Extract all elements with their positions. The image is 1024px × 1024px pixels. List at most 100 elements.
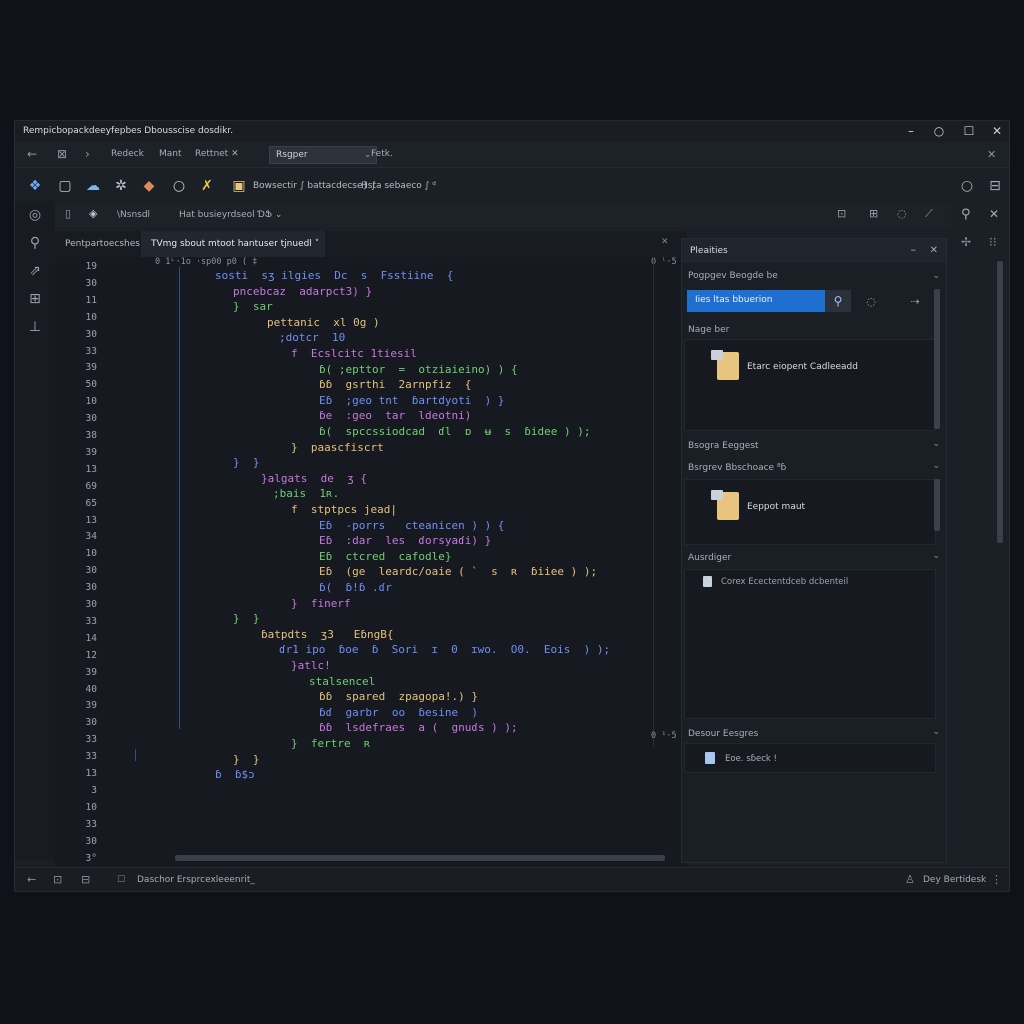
back-arrow-icon[interactable]: ← <box>27 147 37 161</box>
puzzle-icon[interactable]: ◈ <box>89 207 97 220</box>
settings-icon[interactable]: ✲ <box>111 176 131 196</box>
panel-scrollbar[interactable] <box>934 289 940 429</box>
file-card[interactable]: Eoe. sɓeck ! <box>684 743 936 773</box>
horizontal-scrollbar[interactable] <box>175 855 665 861</box>
code-line: ;bais 1ʀ. <box>273 487 340 501</box>
tab-pentpartoecshes[interactable]: Pentpartoecshes <box>55 231 141 257</box>
code-line: ɓatpdts ʒ3 EɓngB{ <box>261 627 394 641</box>
close-panel-icon[interactable]: ✕ <box>930 245 938 256</box>
line-number: 10 <box>85 548 97 560</box>
code-line: ɓ ɓ$ɔ <box>215 768 255 782</box>
close-window-button[interactable]: ✕ <box>983 121 1009 141</box>
more-vertical-icon[interactable]: ⋮ <box>991 873 1002 886</box>
window-icon[interactable]: ⊡ <box>53 873 62 886</box>
run-icon[interactable]: ⊥ <box>25 317 45 337</box>
line-number: 13 <box>85 768 97 779</box>
line-number: 33 <box>85 734 97 746</box>
split-editor-icon[interactable]: ⊡ <box>837 207 846 220</box>
extensions-icon[interactable]: ⊞ <box>25 289 45 309</box>
restore-button[interactable]: ○ <box>925 121 953 141</box>
panel-toggle-icon[interactable]: ⊟ <box>81 873 90 886</box>
document-icon <box>703 576 712 587</box>
chevron-down-icon[interactable]: ⌄ <box>932 727 940 737</box>
editor-toolbar: ▯ ◈ \Nsnsdl Hat busieyrdseol ƊՖ ⌄ ⊡ ⊞ ◌ … <box>55 203 951 227</box>
maximize-button[interactable]: ☐ <box>955 121 983 141</box>
source-control-icon[interactable]: ⇗ <box>25 261 45 281</box>
tab-close-icon[interactable]: ✕ <box>661 237 669 247</box>
chevron-right-icon[interactable]: › <box>85 147 90 161</box>
file-label: Eeppot maut <box>747 502 806 512</box>
split-icon[interactable]: ✗ <box>197 176 217 196</box>
minimize-panel-icon[interactable]: – <box>911 243 917 256</box>
search-button[interactable]: ⚲ <box>825 290 851 312</box>
explorer-icon[interactable]: ◎ <box>25 205 45 225</box>
file-card[interactable]: Corex Ecectentdceb dcbenteil <box>684 569 936 719</box>
breadcrumb-item[interactable]: Mant <box>159 149 182 159</box>
breadcrumb-item[interactable]: Rettnet ✕ <box>195 149 239 159</box>
line-number-gutter: 19 30 11 10 30 33 39 50 10 30 38 39 13 69 65 13 34 10 30 30… <box>55 257 115 867</box>
folder-file-icon <box>711 350 739 380</box>
search-icon[interactable]: ⚲ <box>25 233 45 253</box>
chat-icon[interactable]: ▢ <box>55 176 75 196</box>
chevron-down-icon[interactable]: ⌄ <box>932 551 940 561</box>
grid-layout-icon[interactable]: ⊞ <box>869 207 878 220</box>
folder-icon[interactable]: ▣ <box>229 176 249 196</box>
panel-scrollbar[interactable] <box>934 479 940 531</box>
file-icon[interactable]: ▯ <box>65 207 71 220</box>
checkbox-icon[interactable]: ☐ <box>117 875 125 885</box>
file-card[interactable]: Etarc eiopent Cadleeadd <box>684 339 936 431</box>
panel-header: Pleaities – ✕ <box>682 239 946 263</box>
activity-bar: ◎ ⚲ ⇗ ⊞ ⊥ <box>15 201 55 861</box>
editor-toolbar-label-secondary[interactable]: Hat busieyrdseol ƊՖ ⌄ <box>179 210 282 220</box>
sync-icon[interactable]: ○ <box>957 176 977 196</box>
git-icon[interactable]: ❖ <box>25 176 45 196</box>
grid-icon[interactable]: ⊠ <box>57 147 67 161</box>
close-icon[interactable]: ✕ <box>987 148 996 161</box>
section-search-label: Pogpgev Beogde be <box>688 271 778 281</box>
user-icon[interactable]: ♙ <box>905 873 915 886</box>
code-line: }algats de ʒ { <box>261 471 367 485</box>
main-toolbar: ❖ ▢ ☁ ✲ ◆ ○ ✗ ▣ Bowsectir ∫ battacdecse}… <box>15 171 1009 201</box>
code-line: } } <box>233 752 260 766</box>
layout-icon[interactable]: ⊟ <box>985 176 1005 196</box>
panel-search-icon[interactable]: ⚲ <box>961 207 971 222</box>
more-icon[interactable]: ⁝⁝ <box>989 235 997 249</box>
branch-select[interactable]: Rsgper ⌄ <box>269 146 377 164</box>
code-line: pettanic xl 0g ) <box>267 315 380 329</box>
circle-icon[interactable]: ○ <box>169 176 189 196</box>
code-editor[interactable]: 19 30 11 10 30 33 39 50 10 30 38 39 13 69 65 13 34 10 30 30… <box>55 257 687 867</box>
minimize-button[interactable]: – <box>897 121 925 141</box>
debug-icon[interactable]: ◆ <box>139 176 159 196</box>
line-number: 30 <box>85 413 97 425</box>
line-number: 14 <box>85 632 97 644</box>
status-right-text[interactable]: Dey Bertidesk <box>923 875 986 885</box>
tab-active-file[interactable]: TVmg sbout mtoot hantuser tjnuedl ˅ <box>141 231 325 257</box>
edit-icon[interactable]: ⟋ <box>925 207 933 221</box>
code-line: pncebcaz adarpct3) } <box>233 284 373 298</box>
pin-icon[interactable]: ✢ <box>961 235 971 249</box>
panel-search-input[interactable]: Iies ltas bbuerion <box>687 290 825 312</box>
file-card[interactable]: Eeppot maut <box>684 479 936 545</box>
code-line: } sar <box>233 300 273 314</box>
line-number: 30 <box>85 328 97 340</box>
chevron-down-icon[interactable]: ⌄ <box>932 271 940 281</box>
chevron-down-icon[interactable]: ⌄ <box>932 439 940 449</box>
code-line: f stptpcs jead| <box>291 503 397 516</box>
file-label: Etarc eiopent Cadleeadd <box>747 362 858 372</box>
indent-guide <box>135 749 136 761</box>
code-line: stalsencel <box>309 674 376 688</box>
refresh-icon[interactable]: ◌ <box>897 207 907 220</box>
line-number: 3° <box>85 852 97 864</box>
line-number: 12 <box>85 649 97 661</box>
nav-extra-label[interactable]: Fetk. <box>371 149 393 159</box>
arrow-right-icon[interactable]: ⇢ <box>902 290 928 312</box>
code-line: } } <box>233 456 260 470</box>
cloud-icon[interactable]: ☁ <box>83 176 103 196</box>
chevron-down-icon[interactable]: ⌄ <box>932 461 940 471</box>
panel-close-icon[interactable]: ✕ <box>989 207 999 221</box>
breadcrumb-item[interactable]: Redeck <box>111 149 144 159</box>
refresh-icon[interactable]: ◌ <box>858 290 884 312</box>
window-scrollbar[interactable] <box>997 261 1003 543</box>
code-line: } paascfiscrt <box>291 440 384 454</box>
back-arrow-icon[interactable]: ← <box>27 873 36 886</box>
